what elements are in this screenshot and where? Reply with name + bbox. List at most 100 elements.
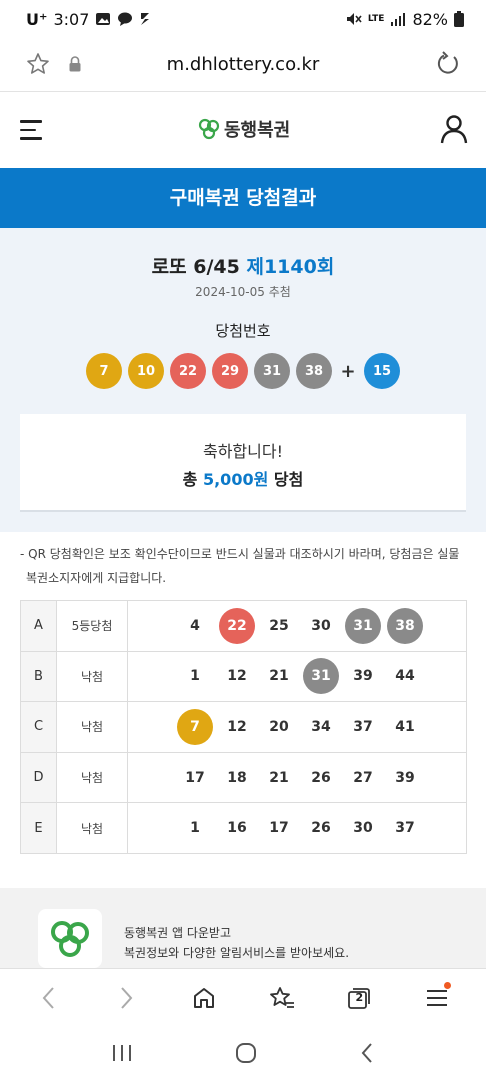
winning-ball: 29 <box>212 353 248 389</box>
ticket-row: D 낙첨 17 18 21 26 27 39 <box>20 751 467 804</box>
user-icon[interactable] <box>440 114 468 144</box>
ticket-number: 4 <box>190 617 200 634</box>
ticket-number: 30 <box>353 820 373 837</box>
ticket-row-label: D <box>20 751 57 804</box>
mute-icon <box>346 13 362 25</box>
notification-dot <box>444 981 452 989</box>
ticket-row: C 낙첨 7 12 20 34 37 41 <box>20 701 467 753</box>
winning-numbers-label: 당첨번호 <box>215 322 271 340</box>
bonus-ball: 15 <box>364 353 400 389</box>
carrier-label: U⁺ <box>26 9 48 29</box>
draw-title: 로또 6/45 제1140회 <box>0 252 486 279</box>
battery-icon <box>454 11 464 27</box>
reload-icon[interactable] <box>434 51 460 77</box>
ticket-row-numbers: 7 12 20 34 37 41 <box>127 701 467 753</box>
network-type: LTE <box>367 13 385 24</box>
ticket-row-numbers: 1 12 21 31 39 44 <box>127 650 467 703</box>
winning-ball: 7 <box>86 353 122 389</box>
ticket-number-cell: 38 <box>384 607 426 644</box>
forward-button[interactable] <box>106 978 146 1018</box>
draw-date: 2024-10-05 추첨 <box>195 285 291 299</box>
ticket-row-label: E <box>20 802 57 854</box>
bookmark-list-icon <box>269 986 294 1008</box>
promo-text: 동행복권 앱 다운받고 복권정보와 다양한 알림서비스를 받아보세요. <box>124 923 349 963</box>
ticket-row-label: C <box>20 701 57 753</box>
app-promo[interactable]: 동행복권 앱 다운받고 복권정보와 다양한 알림서비스를 받아보세요. <box>0 888 486 968</box>
ticket-number-cell: 7 <box>174 708 216 745</box>
browser-menu-button[interactable] <box>417 978 457 1018</box>
logo-text: 동행복권 <box>224 120 291 141</box>
ticket-number: 12 <box>227 718 247 735</box>
ticket-number: 37 <box>395 820 415 837</box>
ticket-row-result: 낙첨 <box>56 751 128 804</box>
notice-line: 복권소지자에게 지급합니다. <box>26 571 167 585</box>
messenger-icon <box>118 12 133 26</box>
ticket-row: A 5등당첨 4 22 25 30 31 38 <box>20 600 467 652</box>
draw-round: 제1140회 <box>246 256 335 278</box>
ticket-row-label: B <box>20 650 57 703</box>
ticket-number: 27 <box>353 769 373 786</box>
home-circle-icon[interactable] <box>235 1042 257 1064</box>
bookmarks-button[interactable] <box>262 978 302 1018</box>
ticket-table: A 5등당첨 4 22 25 30 31 38 B 낙첨 1 12 21 31 39 44 C 낙첨 7 12 20 34… <box>20 600 467 854</box>
site-header: 동행복권 <box>0 92 486 168</box>
ticket-number: 17 <box>269 820 289 837</box>
ticket-number: 41 <box>395 718 415 735</box>
ticket-number-cell: 31 <box>342 607 384 644</box>
dhlottery-app-logo-icon <box>51 920 89 957</box>
ticket-row-numbers: 1 16 17 26 30 37 <box>127 802 467 854</box>
promo-line: 복권정보와 다양한 알림서비스를 받아보세요. <box>124 946 350 960</box>
url-field[interactable]: m.dhlottery.co.kr <box>0 54 486 75</box>
prize-suffix: 당첨 <box>273 470 304 489</box>
ticket-row-result: 낙첨 <box>56 701 128 753</box>
chevron-right-icon <box>121 986 133 1009</box>
notice-line: - QR 당첨확인은 보조 확인수단이므로 반드시 실물과 대조하시기 바라며,… <box>20 547 460 561</box>
status-bar: U⁺ 3:07 LTE 82% <box>0 0 486 38</box>
promo-line: 동행복권 앱 다운받고 <box>124 926 231 940</box>
system-back-icon[interactable] <box>359 1042 375 1064</box>
prize-box: 축하합니다! 총 5,000원 당첨 <box>20 414 466 512</box>
chevron-left-icon <box>42 986 54 1009</box>
matched-number-ball: 31 <box>345 607 381 644</box>
ticket-number: 39 <box>353 668 373 685</box>
ticket-number-cell: 22 <box>216 607 258 644</box>
prize-summary: 총 5,000원 당첨 <box>20 466 466 490</box>
winning-ball: 38 <box>296 353 332 389</box>
dhlottery-logo-icon <box>198 118 220 140</box>
matched-number-ball: 31 <box>303 658 339 695</box>
ticket-number: 30 <box>311 617 331 634</box>
ticket-number: 18 <box>227 769 247 786</box>
ticket-row: B 낙첨 1 12 21 31 39 44 <box>20 650 467 703</box>
ticket-row-result: 낙첨 <box>56 802 128 854</box>
ticket-number: 17 <box>185 769 205 786</box>
draw-result-section: 로또 6/45 제1140회 2024-10-05 추첨 당첨번호 7 10 2… <box>0 228 486 532</box>
matched-number-ball: 38 <box>387 607 423 644</box>
ticket-number: 20 <box>269 718 289 735</box>
ticket-row-numbers: 17 18 21 26 27 39 <box>127 751 467 804</box>
site-logo[interactable]: 동행복권 <box>198 116 290 142</box>
game-name: 로또 6/45 <box>151 256 240 278</box>
recent-apps-icon[interactable] <box>111 1043 133 1063</box>
notice-text: - QR 당첨확인은 보조 확인수단이므로 반드시 실물과 대조하시기 바라며,… <box>20 542 470 590</box>
ticket-row-label: A <box>20 600 57 652</box>
ticket-row-numbers: 4 22 25 30 31 38 <box>127 600 467 652</box>
ticket-number: 1 <box>190 668 200 685</box>
menu-icon[interactable] <box>20 120 44 140</box>
app-notification-icon <box>141 13 150 25</box>
ticket-row: E 낙첨 1 16 17 26 30 37 <box>20 802 467 854</box>
ticket-number: 26 <box>311 769 331 786</box>
system-navigation-bar <box>0 1026 486 1080</box>
home-icon <box>194 987 215 1008</box>
back-button[interactable] <box>29 978 69 1018</box>
winning-ball: 22 <box>170 353 206 389</box>
ticket-number: 39 <box>395 769 415 786</box>
clock: 3:07 <box>53 9 90 29</box>
ticket-number: 34 <box>311 718 331 735</box>
matched-number-ball: 22 <box>219 607 255 644</box>
home-button[interactable] <box>184 978 224 1018</box>
tabs-button[interactable]: 2 <box>339 978 379 1018</box>
winning-numbers: 7 10 22 29 31 38 + 15 <box>0 353 486 389</box>
matched-number-ball: 7 <box>177 708 213 745</box>
ticket-number: 26 <box>311 820 331 837</box>
ticket-number: 21 <box>269 668 289 685</box>
